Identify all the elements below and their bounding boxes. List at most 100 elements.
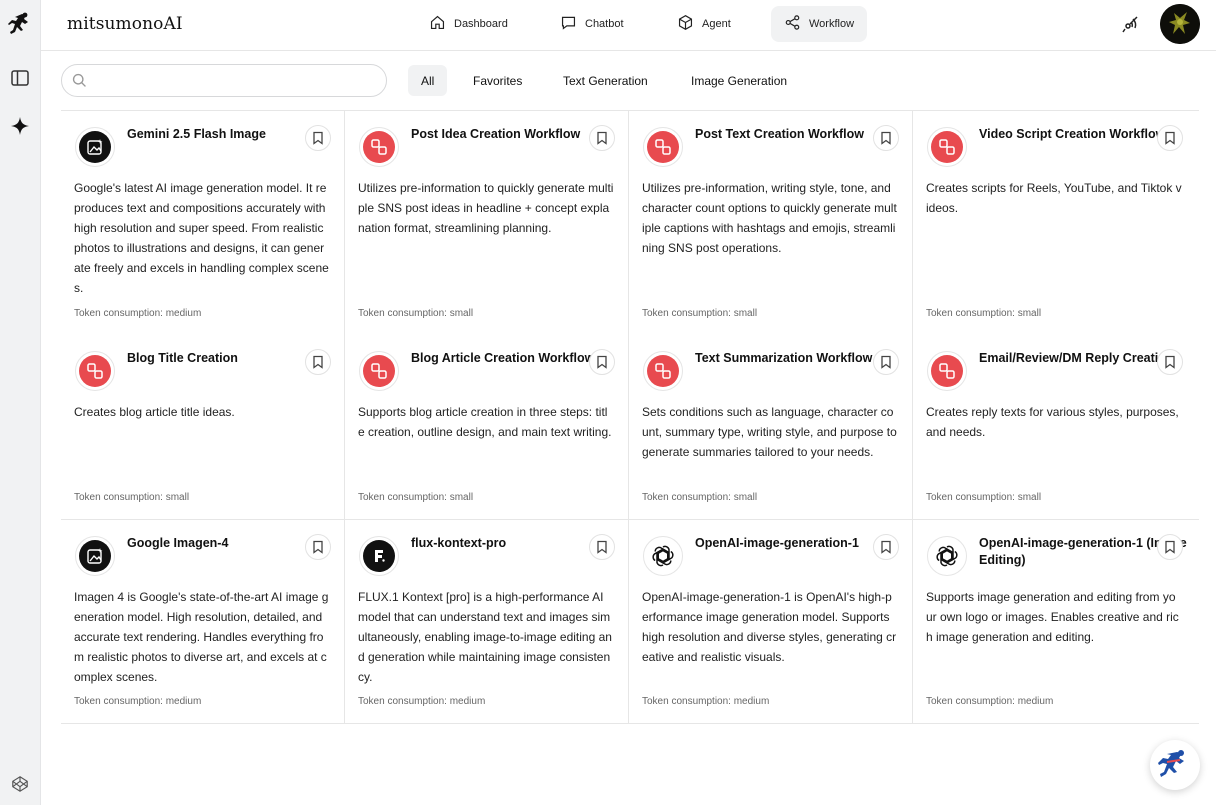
image-sparkle-icon — [75, 127, 115, 167]
workflow-card[interactable]: Post Text Creation Workflow Utilizes pre-… — [629, 111, 913, 336]
brand-name: mitsumonoAI — [67, 14, 183, 34]
workflow-icon — [643, 127, 683, 167]
token-consumption: Token consumption: small — [74, 492, 190, 503]
token-consumption: Token consumption: small — [358, 308, 474, 319]
ninja-assistant-button[interactable] — [1150, 740, 1200, 790]
codepen-icon[interactable] — [8, 772, 32, 796]
token-consumption: Token consumption: small — [926, 492, 1042, 503]
nav-chatbot[interactable]: Chatbot — [547, 6, 637, 42]
filter-all[interactable]: All — [408, 65, 448, 96]
card-title: Blog Title Creation — [127, 351, 238, 365]
flux-logo-icon — [359, 536, 399, 576]
card-description: Google's latest AI image generation mode… — [74, 181, 329, 295]
sidebar-toggle-icon[interactable] — [8, 66, 32, 90]
workflow-card[interactable]: Video Script Creation Workflow Creates sc… — [913, 111, 1199, 336]
nav-workflow[interactable]: Workflow — [771, 6, 868, 42]
workflow-card[interactable]: Blog Title Creation Creates blog article … — [61, 335, 345, 520]
card-title: OpenAI-image-generation-1 (Image Editing… — [979, 536, 1187, 567]
openai-logo-icon — [643, 536, 683, 576]
card-title: Post Idea Creation Workflow — [411, 127, 581, 141]
broadcast-icon[interactable] — [1119, 13, 1141, 35]
bookmark-icon[interactable] — [873, 534, 899, 560]
bookmark-icon[interactable] — [873, 349, 899, 375]
token-consumption: Token consumption: medium — [74, 308, 202, 319]
home-icon — [429, 14, 446, 34]
workflow-icon — [927, 127, 967, 167]
workflow-card[interactable]: Blog Article Creation Workflow Supports b… — [345, 335, 629, 520]
image-sparkle-icon — [75, 536, 115, 576]
card-title: flux-kontext-pro — [411, 536, 507, 550]
avatar[interactable] — [1160, 4, 1200, 44]
bookmark-icon[interactable] — [305, 125, 331, 151]
search-input[interactable] — [61, 64, 387, 97]
bookmark-icon[interactable] — [1157, 349, 1183, 375]
ninja-icon — [1158, 750, 1184, 777]
sparkle-icon[interactable] — [8, 114, 32, 138]
card-description: Creates scripts for Reels, YouTube, and … — [926, 181, 1182, 215]
card-description: Supports blog article creation in three … — [358, 405, 612, 439]
card-title: OpenAI-image-generation-1 — [695, 536, 859, 550]
bookmark-icon[interactable] — [305, 534, 331, 560]
card-title: Email/Review/DM Reply Creation — [979, 351, 1174, 365]
card-description: Sets conditions such as language, charac… — [642, 405, 897, 459]
nav-label: Chatbot — [585, 18, 624, 30]
share-nodes-icon — [784, 14, 801, 34]
workflow-card[interactable]: Text Summarization Workflow Sets conditio… — [629, 335, 913, 520]
nav-label: Agent — [702, 18, 731, 30]
search-icon — [71, 72, 88, 89]
workflow-card[interactable]: Google Imagen-4 Imagen 4 is Google's stat… — [61, 520, 345, 724]
filter-image-generation[interactable]: Image Generation — [678, 65, 800, 96]
filter-text-generation[interactable]: Text Generation — [550, 65, 661, 96]
token-consumption: Token consumption: medium — [642, 696, 770, 707]
workflow-grid: Gemini 2.5 Flash Image Google's latest AI… — [61, 110, 1199, 724]
bookmark-icon[interactable] — [1157, 125, 1183, 151]
card-description: Supports image generation and editing fr… — [926, 590, 1179, 644]
bookmark-icon[interactable] — [305, 349, 331, 375]
card-description: Creates reply texts for various styles, … — [926, 405, 1179, 439]
card-description: Utilizes pre-information, writing style,… — [642, 181, 897, 255]
bookmark-icon[interactable] — [1157, 534, 1183, 560]
card-title: Post Text Creation Workflow — [695, 127, 865, 141]
card-title: Video Script Creation Workflow — [979, 127, 1166, 141]
workflow-card[interactable]: OpenAI-image-generation-1 OpenAI-image-ge… — [629, 520, 913, 724]
workflow-icon — [643, 351, 683, 391]
workflow-card[interactable]: Post Idea Creation Workflow Utilizes pre-… — [345, 111, 629, 336]
workflow-icon — [359, 351, 399, 391]
bookmark-icon[interactable] — [589, 534, 615, 560]
bookmark-icon[interactable] — [589, 349, 615, 375]
left-sidebar — [0, 0, 41, 805]
card-title: Text Summarization Workflow — [695, 351, 873, 365]
card-description: Creates blog article title ideas. — [74, 405, 235, 419]
chat-icon — [560, 14, 577, 34]
card-description: Utilizes pre-information to quickly gene… — [358, 181, 614, 235]
card-description: OpenAI-image-generation-1 is OpenAI's hi… — [642, 590, 897, 664]
openai-logo-icon — [927, 536, 967, 576]
token-consumption: Token consumption: small — [642, 308, 758, 319]
nav-label: Workflow — [809, 18, 855, 30]
card-title: Google Imagen-4 — [127, 536, 229, 550]
card-title: Gemini 2.5 Flash Image — [127, 127, 266, 141]
workflow-icon — [75, 351, 115, 391]
workflow-card[interactable]: flux-kontext-pro FLUX.1 Kontext [pro] is … — [345, 520, 629, 724]
token-consumption: Token consumption: medium — [74, 696, 202, 707]
token-consumption: Token consumption: medium — [926, 696, 1054, 707]
workflow-card[interactable]: Gemini 2.5 Flash Image Google's latest AI… — [61, 111, 345, 336]
nav-agent[interactable]: Agent — [664, 6, 744, 42]
workflow-card[interactable]: OpenAI-image-generation-1 (Image Editing… — [913, 520, 1199, 724]
workflow-card[interactable]: Email/Review/DM Reply Creation Creates re… — [913, 335, 1199, 520]
workflow-icon — [359, 127, 399, 167]
top-bar: mitsumonoAI Dashboard Chatbot Agent Work… — [41, 0, 1216, 51]
card-description: FLUX.1 Kontext [pro] is a high-performan… — [358, 590, 612, 684]
token-consumption: Token consumption: small — [926, 308, 1042, 319]
card-title: Blog Article Creation Workflow — [411, 351, 595, 365]
cube-icon — [677, 14, 694, 34]
token-consumption: Token consumption: small — [642, 492, 758, 503]
token-consumption: Token consumption: medium — [358, 696, 486, 707]
nav-label: Dashboard — [454, 18, 508, 30]
nav-dashboard[interactable]: Dashboard — [416, 6, 521, 42]
bookmark-icon[interactable] — [873, 125, 899, 151]
filter-favorites[interactable]: Favorites — [460, 65, 535, 96]
runner-logo-icon[interactable] — [8, 12, 32, 38]
token-consumption: Token consumption: small — [358, 492, 474, 503]
bookmark-icon[interactable] — [589, 125, 615, 151]
